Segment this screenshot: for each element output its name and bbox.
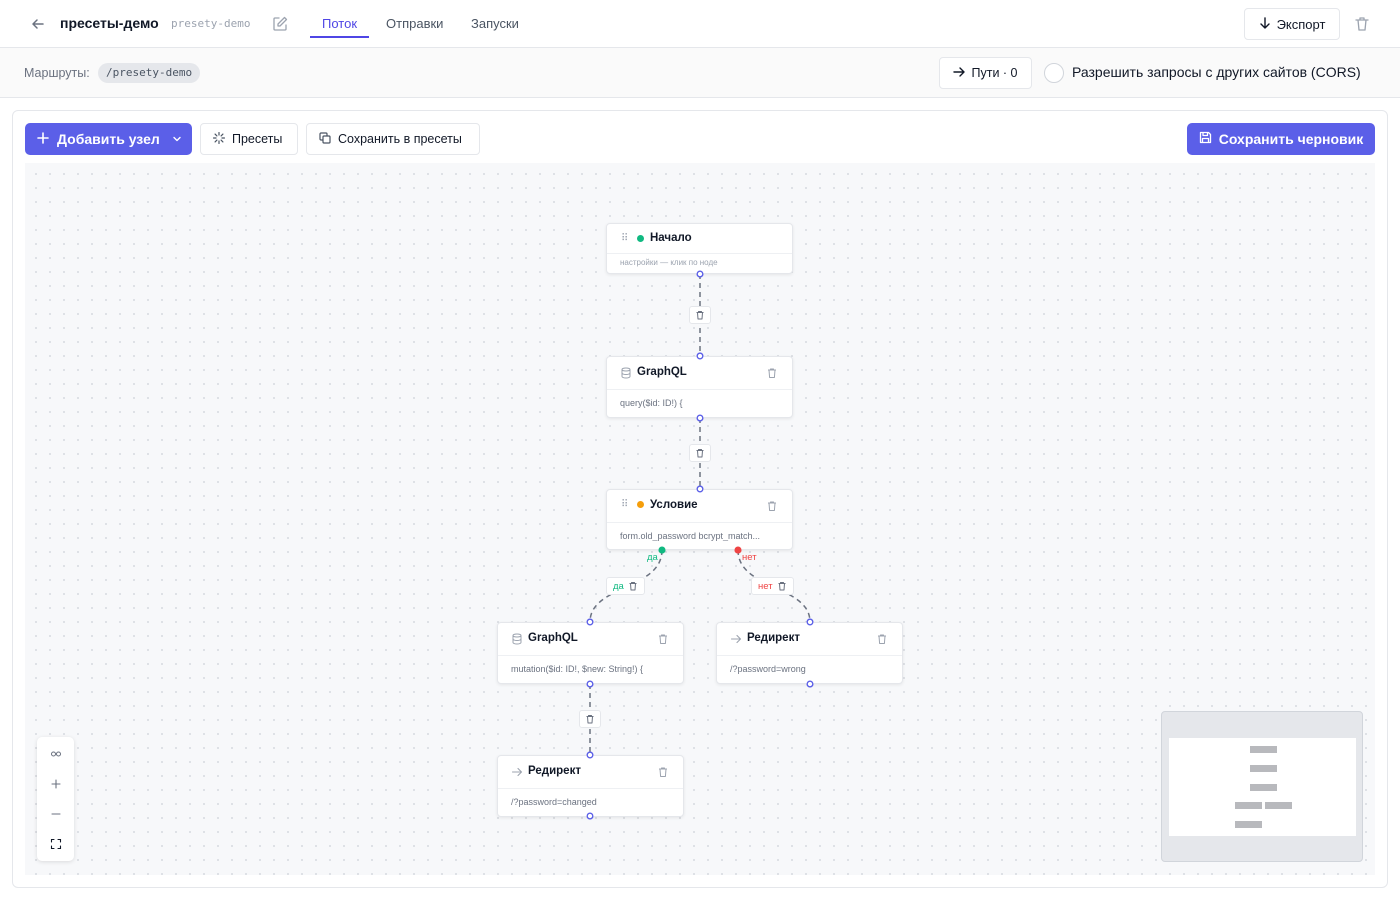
node-body: query($id: ID!) { xyxy=(620,398,683,408)
minimap-node xyxy=(1235,802,1262,809)
trash-icon xyxy=(696,449,704,458)
arrow-down-icon xyxy=(1259,16,1271,32)
node-title: Условие xyxy=(650,499,698,511)
zoom-out-icon[interactable] xyxy=(37,799,74,829)
canvas-controls xyxy=(37,737,74,861)
route-path-badge: /presety-demo xyxy=(98,63,201,83)
export-button[interactable]: Экспорт xyxy=(1244,8,1340,40)
trash-icon xyxy=(696,311,704,320)
status-dot xyxy=(637,235,644,242)
active-tab-indicator xyxy=(310,36,369,38)
page-title: пресеты-демо xyxy=(60,15,159,31)
chevron-down-icon xyxy=(172,131,182,147)
paths-button[interactable]: Пути · 0 xyxy=(939,57,1032,89)
minimap-node xyxy=(1250,784,1277,791)
node-body: form.old_password bcrypt_match... xyxy=(620,531,761,541)
node-graphql[interactable]: GraphQL query($id: ID!) { xyxy=(606,356,793,418)
node-start[interactable]: ⠿ Начало настройки — клик по ноде xyxy=(606,223,793,274)
node-redirect-wrong[interactable]: Редирект /?password=wrong xyxy=(716,622,903,684)
edge-yes-badge[interactable]: да xyxy=(606,577,645,595)
edge-no-label: нет xyxy=(758,580,773,592)
trash-icon[interactable] xyxy=(876,632,888,644)
handle-no-label: нет xyxy=(742,552,757,563)
minimap-node xyxy=(1265,802,1292,809)
minimap-node xyxy=(1235,821,1262,828)
copy-icon xyxy=(319,131,331,147)
fit-view-icon[interactable] xyxy=(37,829,74,859)
tab-submissions[interactable]: Отправки xyxy=(386,16,443,31)
presets-button[interactable]: Пресеты xyxy=(200,123,298,155)
node-title: GraphQL xyxy=(528,632,578,644)
arrow-right-icon xyxy=(953,66,966,81)
minimap-viewport xyxy=(1169,738,1356,836)
cors-label[interactable]: Разрешить запросы с других сайтов (CORS) xyxy=(1072,64,1361,80)
node-redirect-changed[interactable]: Редирект /?password=changed xyxy=(497,755,684,817)
status-dot xyxy=(637,501,644,508)
tab-flow[interactable]: Поток xyxy=(322,16,357,31)
export-label: Экспорт xyxy=(1276,16,1326,32)
paths-button-label: Пути · 0 xyxy=(971,66,1018,80)
add-node-label: Добавить узел xyxy=(57,131,160,147)
minimap-node xyxy=(1250,746,1277,753)
edge-delete-button[interactable] xyxy=(689,444,711,462)
node-title: Начало xyxy=(650,232,692,244)
node-title: Редирект xyxy=(528,765,581,777)
save-draft-label: Сохранить черновик xyxy=(1218,131,1364,147)
routes-label: Маршруты: xyxy=(24,66,90,80)
edge-yes-label: да xyxy=(613,580,624,592)
edge-delete-button[interactable] xyxy=(579,710,601,728)
sparkle-loader-icon xyxy=(212,131,226,147)
node-body: /?password=wrong xyxy=(730,664,806,674)
trash-icon[interactable] xyxy=(657,765,669,777)
trash-icon[interactable] xyxy=(657,632,669,644)
database-icon xyxy=(620,366,632,379)
node-title: GraphQL xyxy=(637,366,687,378)
minimap-node xyxy=(1250,765,1277,772)
handle-yes-label: да xyxy=(647,552,658,563)
drag-handle-icon[interactable]: ⠿ xyxy=(621,499,628,510)
presets-label: Пресеты xyxy=(232,132,283,146)
drag-handle-icon[interactable]: ⠿ xyxy=(621,233,628,244)
node-graphql-mutation[interactable]: GraphQL mutation($id: ID!, $new: String!… xyxy=(497,622,684,684)
edit-icon[interactable] xyxy=(271,15,289,33)
zoom-in-icon[interactable] xyxy=(37,769,74,799)
routes-bar: Маршруты: /presety-demo Пути · 0 Разреши… xyxy=(0,48,1400,98)
node-body: mutation($id: ID!, $new: String!) { xyxy=(511,664,644,674)
page-slug: presety-demo xyxy=(171,17,251,30)
link-icon[interactable] xyxy=(37,739,74,769)
minimap[interactable] xyxy=(1161,711,1363,862)
database-icon xyxy=(511,632,523,645)
trash-icon xyxy=(629,582,637,591)
top-header: пресеты-демо presety-demo Поток Отправки… xyxy=(0,0,1400,48)
trash-icon xyxy=(778,582,786,591)
node-title: Редирект xyxy=(747,632,800,644)
edge-delete-button[interactable] xyxy=(689,306,711,324)
cors-checkbox[interactable] xyxy=(1044,63,1064,83)
back-arrow-icon[interactable] xyxy=(28,14,48,34)
save-to-presets-button[interactable]: Сохранить в пресеты xyxy=(306,123,480,155)
save-draft-button[interactable]: Сохранить черновик xyxy=(1187,123,1375,155)
add-node-button[interactable]: Добавить узел xyxy=(25,123,192,155)
trash-icon xyxy=(586,715,594,724)
node-condition[interactable]: ⠿ Условие form.old_password bcrypt_match… xyxy=(606,489,793,550)
node-body: /?password=changed xyxy=(511,797,597,807)
trash-icon[interactable] xyxy=(766,499,778,511)
arrow-right-icon xyxy=(511,765,523,777)
save-to-presets-label: Сохранить в пресеты xyxy=(338,132,462,146)
plus-icon xyxy=(37,131,49,147)
delete-flow-trash-icon[interactable] xyxy=(1353,15,1371,33)
edge-no-badge[interactable]: нет xyxy=(751,577,794,595)
floppy-disk-icon xyxy=(1199,131,1212,147)
tab-runs[interactable]: Запуски xyxy=(471,16,519,31)
trash-icon[interactable] xyxy=(766,366,778,378)
node-subtitle: настройки — клик по ноде xyxy=(620,258,718,267)
arrow-right-icon xyxy=(730,632,742,644)
